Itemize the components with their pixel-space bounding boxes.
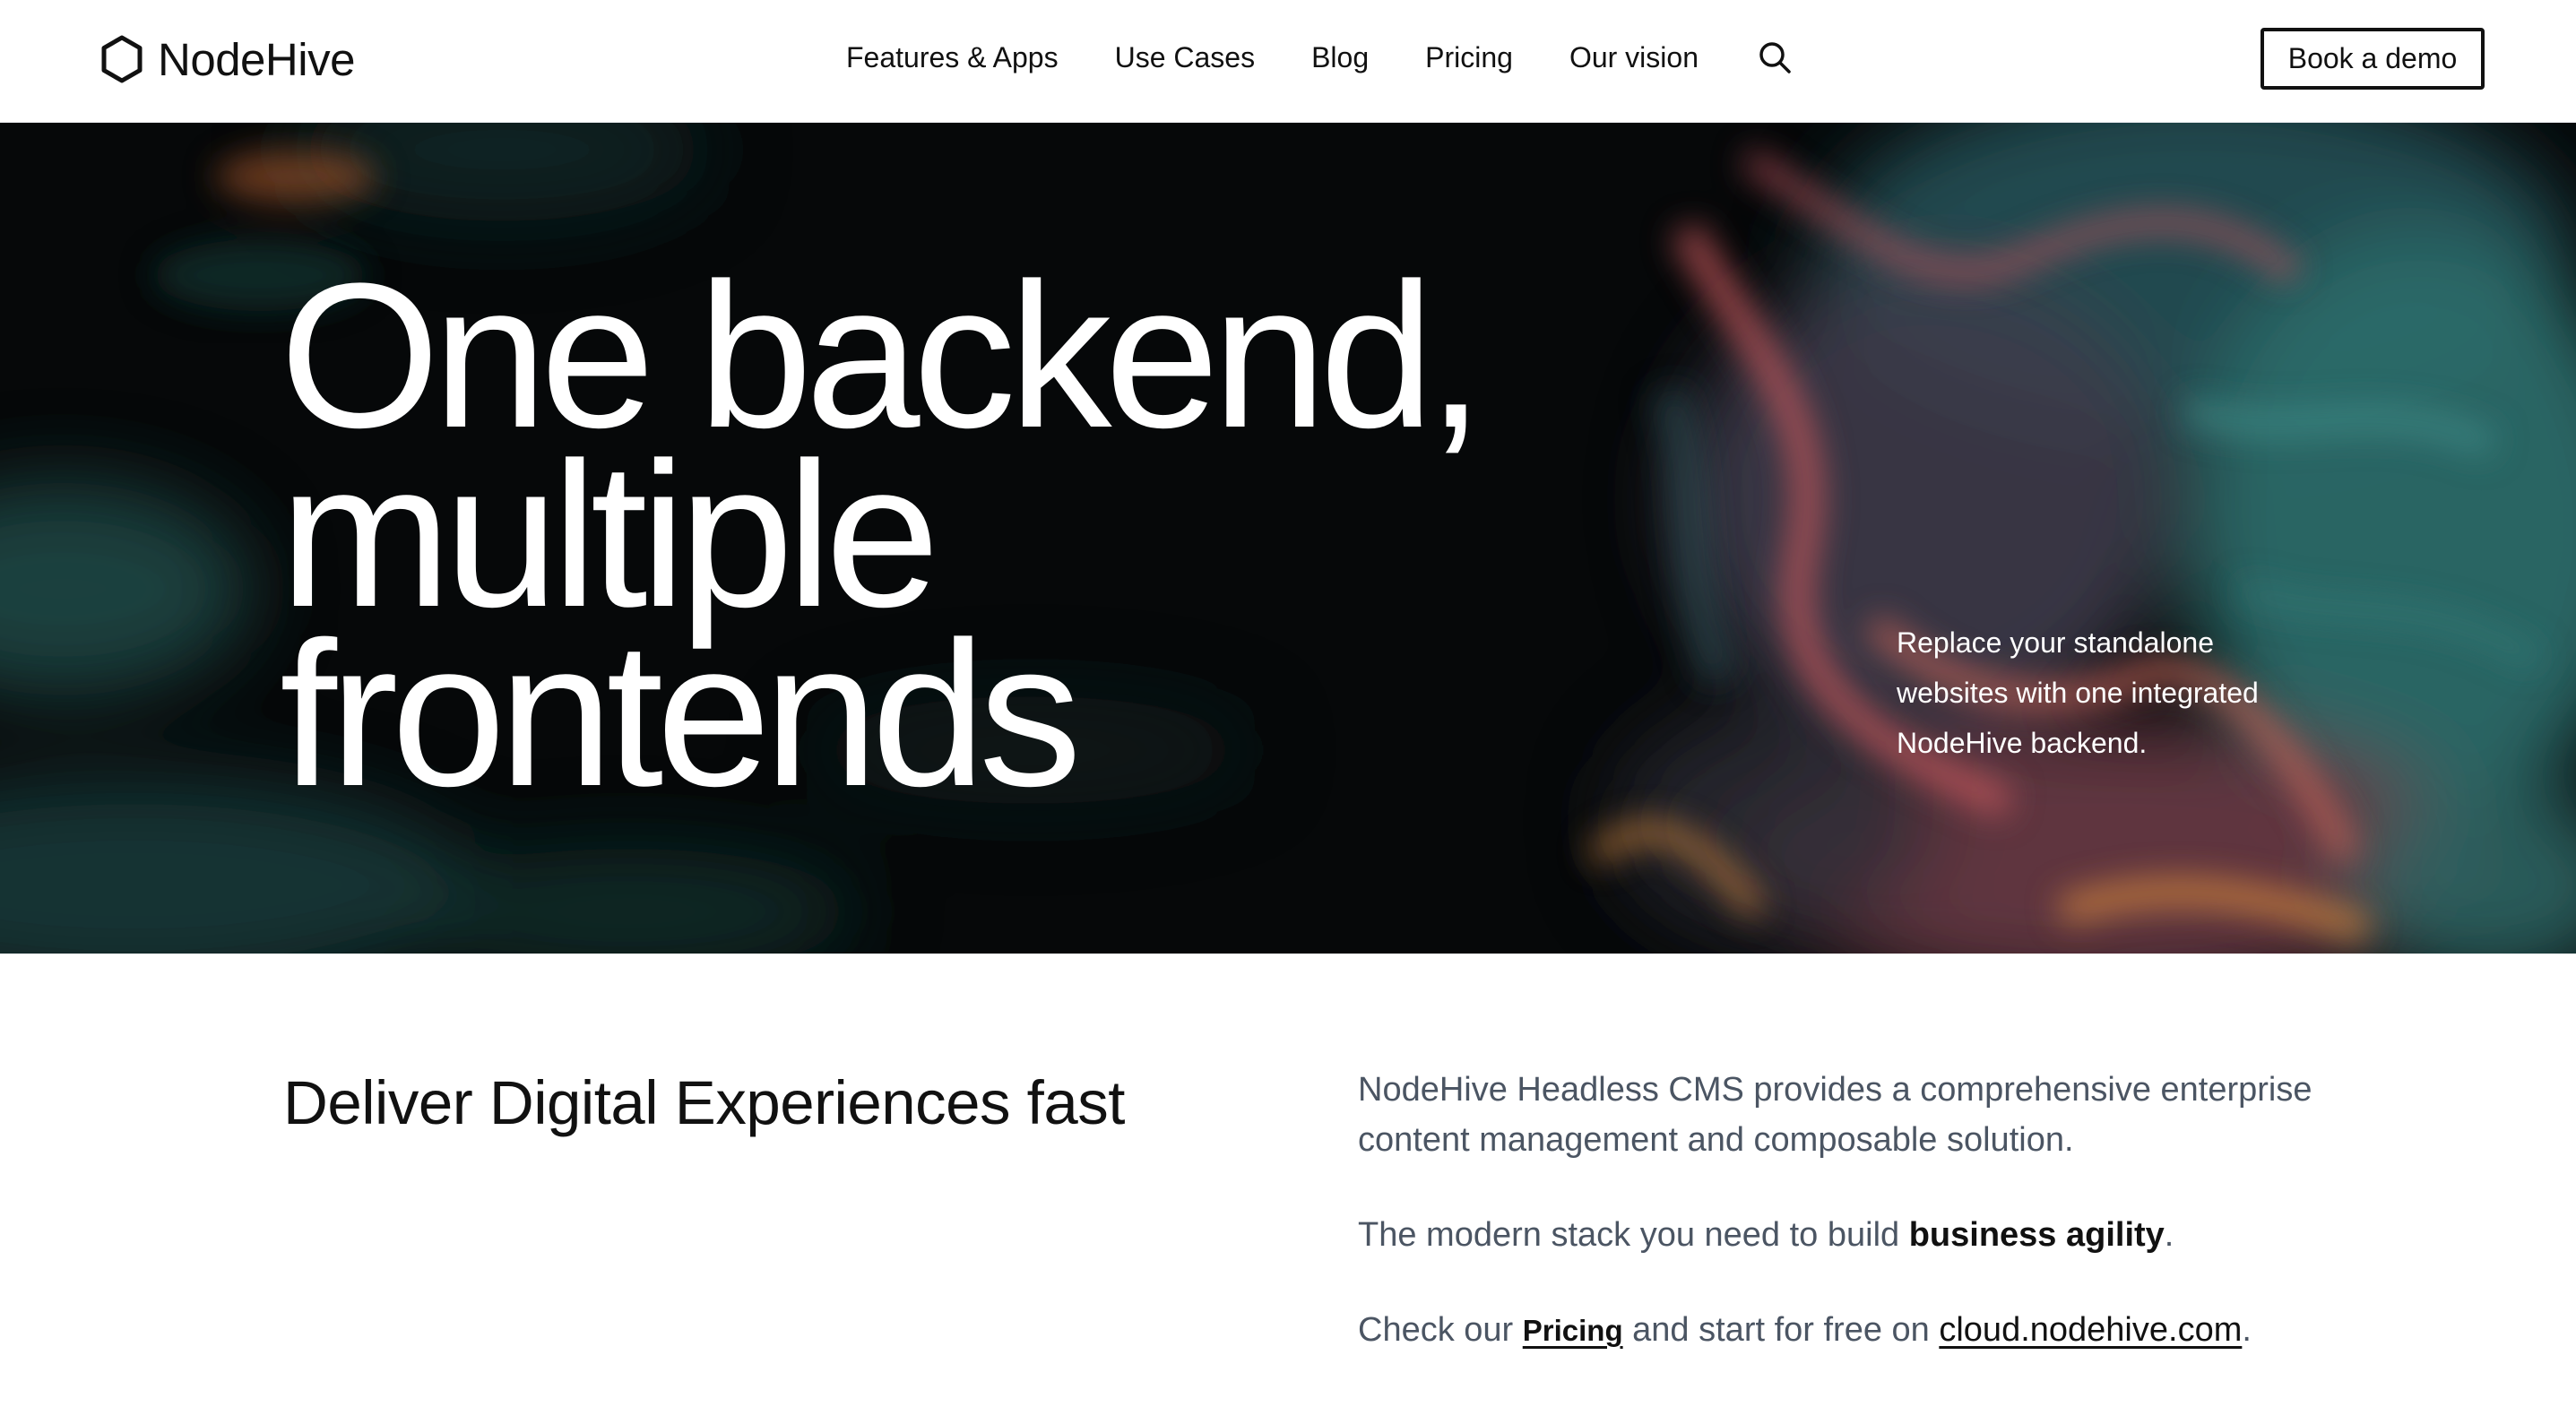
site-header: NodeHive Features & Apps Use Cases Blog … <box>0 0 2576 123</box>
pricing-link[interactable]: Pricing <box>1523 1314 1623 1347</box>
intro-heading: Deliver Digital Experiences fast <box>283 1068 1125 1137</box>
hero-title-line: multiple <box>280 419 940 650</box>
hero-title-line: frontends <box>280 599 1082 829</box>
intro-paragraph-2: The modern stack you need to build busin… <box>1358 1210 2344 1260</box>
intro-paragraph-2-period: . <box>2164 1216 2174 1254</box>
nav-use-cases[interactable]: Use Cases <box>1115 41 1256 74</box>
nav-blog[interactable]: Blog <box>1311 41 1369 74</box>
cloud-nodehive-link[interactable]: cloud.nodehive.com <box>1939 1311 2242 1349</box>
hero-section: One backend, multiple frontends Replace … <box>0 123 2576 954</box>
intro-paragraph-1: NodeHive Headless CMS provides a compreh… <box>1358 1071 2312 1159</box>
hexagon-logo-icon <box>101 35 143 83</box>
logo-text: NodeHive <box>158 33 355 85</box>
intro-paragraph-3-middle: and start for free on <box>1622 1311 1940 1349</box>
intro-paragraph-2-text: The modern stack you need to build <box>1358 1216 1909 1254</box>
business-agility-emphasis: business agility <box>1908 1216 2165 1254</box>
logo-link[interactable]: NodeHive <box>100 32 355 86</box>
book-demo-button[interactable]: Book a demo <box>2260 28 2485 90</box>
intro-paragraph-3-period: . <box>2242 1311 2252 1349</box>
hero-subtitle: Replace your standalone websites with on… <box>1897 626 2259 759</box>
search-button[interactable] <box>1755 38 1794 77</box>
intro-text: NodeHive Headless CMS provides a compreh… <box>1358 1065 2344 1401</box>
intro-paragraph-3: Check our Pricing and start for free on … <box>1358 1305 2344 1356</box>
intro-paragraph-3-text: Check our <box>1358 1311 1523 1349</box>
nav-pricing[interactable]: Pricing <box>1425 41 1513 74</box>
nav-features-apps[interactable]: Features & Apps <box>846 41 1059 74</box>
hero-title: One backend, multiple frontends <box>280 240 1484 829</box>
hero-title-line: One backend, <box>280 240 1484 470</box>
nav-our-vision[interactable]: Our vision <box>1569 41 1699 74</box>
search-icon <box>1759 42 1791 73</box>
main-nav: Features & Apps Use Cases Blog Pricing O… <box>846 34 1794 81</box>
